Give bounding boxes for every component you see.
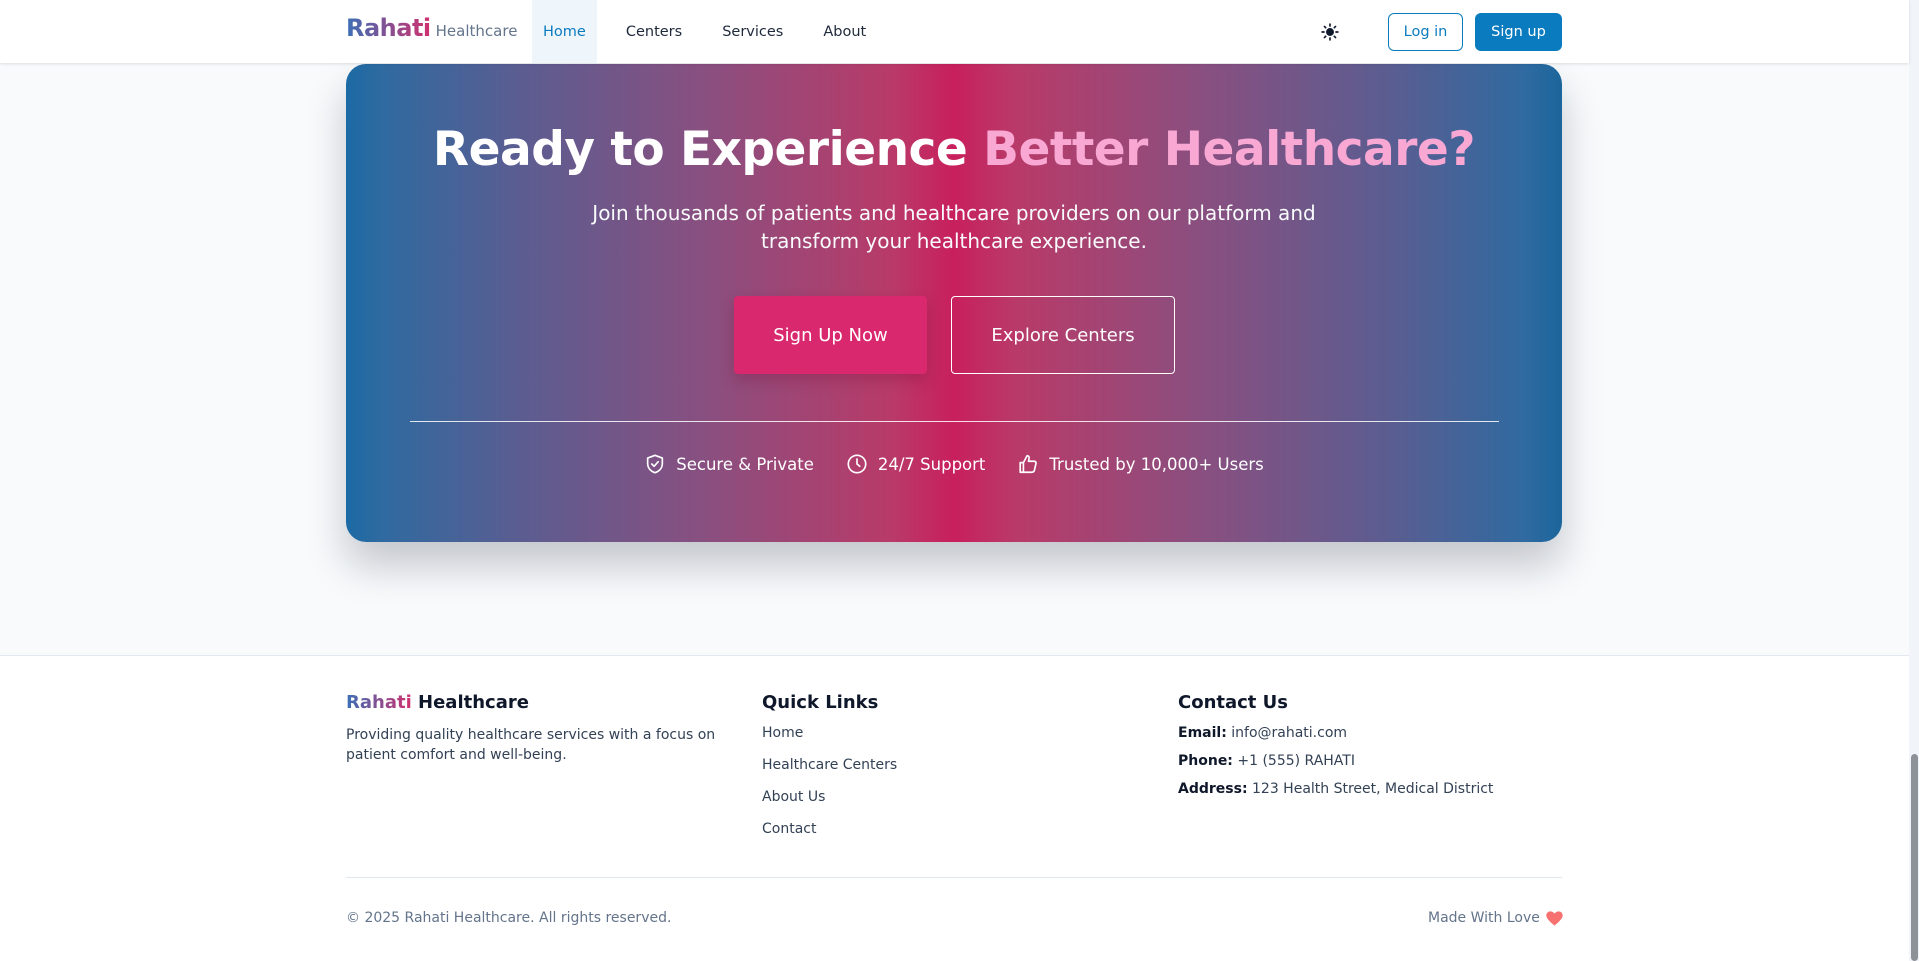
made-with-love-label: Made With Love (1428, 910, 1540, 926)
feature-support: 24/7 Support (846, 453, 986, 475)
nav-centers[interactable]: Centers (615, 0, 693, 63)
footer-link-centers[interactable]: Healthcare Centers (762, 757, 897, 777)
cta-title-highlight: Better Healthcare? (983, 122, 1476, 177)
thumbs-up-icon (1019, 454, 1038, 474)
footer-divider (346, 877, 1562, 878)
contact-phone-value[interactable]: +1 (555) RAHATI (1237, 753, 1355, 769)
clock-icon (847, 454, 867, 474)
footer-link-about[interactable]: About Us (762, 789, 897, 809)
brand-name: Rahati (346, 14, 431, 42)
contact-phone: Phone: +1 (555) RAHATI (1178, 753, 1493, 773)
footer-brand-name: Rahati (346, 692, 412, 713)
nav-about[interactable]: About (812, 0, 877, 63)
cta-subtitle: Join thousands of patients and healthcar… (554, 199, 1354, 255)
footer-description: Providing quality healthcare services wi… (346, 727, 716, 763)
feature-trusted-label: Trusted by 10,000+ Users (1049, 454, 1264, 474)
cta-banner: Ready to Experience Better Healthcare? J… (346, 64, 1562, 542)
cta-title: Ready to Experience Better Healthcare? (346, 122, 1562, 177)
contact-email-value[interactable]: info@rahati.com (1231, 725, 1347, 741)
scrollbar-thumb[interactable] (1911, 754, 1918, 961)
page-scrollbar[interactable] (1909, 0, 1919, 961)
feature-secure: Secure & Private (644, 453, 814, 475)
made-with-love: Made With Love (1428, 910, 1563, 926)
shield-check-icon (647, 454, 664, 474)
main-nav: Home Centers Services About (532, 0, 895, 63)
sun-icon (1321, 23, 1339, 41)
contact-address-label: Address: (1178, 781, 1248, 797)
nav-home[interactable]: Home (532, 0, 597, 63)
brand-suffix: Healthcare (435, 22, 518, 40)
cta-subtitle-line-1: Join thousands of patients and healthcar… (592, 201, 1316, 225)
cta-subtitle-line-2: transform your healthcare experience. (761, 229, 1147, 253)
top-navbar: Rahati Healthcare Home Centers Services … (0, 0, 1909, 63)
contact-email-label: Email: (1178, 725, 1227, 741)
cta-features: Secure & Private 24/7 Support Trusted by… (346, 453, 1562, 475)
cta-title-prefix: Ready to Experience (432, 122, 968, 177)
footer-link-home[interactable]: Home (762, 725, 897, 745)
footer-contact: Contact Us Email: info@rahati.com Phone:… (1178, 692, 1493, 809)
footer-brand-column: Rahati Healthcare Providing quality heal… (346, 692, 726, 765)
contact-title: Contact Us (1178, 692, 1289, 713)
signup-button[interactable]: Sign up (1475, 13, 1562, 51)
contact-address-value: 123 Health Street, Medical District (1252, 781, 1494, 797)
heart-icon (1546, 910, 1563, 926)
contact-phone-label: Phone: (1178, 753, 1233, 769)
footer-quick-links: Quick Links Home Healthcare Centers Abou… (762, 692, 897, 853)
brand-logo[interactable]: Rahati Healthcare (346, 14, 517, 42)
contact-email: Email: info@rahati.com (1178, 725, 1493, 745)
footer-brand-suffix: Healthcare (418, 692, 529, 713)
quick-links-title: Quick Links (762, 692, 879, 713)
site-footer: Rahati Healthcare Providing quality heal… (0, 655, 1909, 961)
footer-link-contact[interactable]: Contact (762, 821, 897, 841)
contact-address: Address: 123 Health Street, Medical Dist… (1178, 781, 1493, 801)
feature-secure-label: Secure & Private (676, 454, 814, 474)
footer-brand: Rahati Healthcare (346, 692, 726, 713)
nav-services[interactable]: Services (711, 0, 794, 63)
sign-up-now-button[interactable]: Sign Up Now (734, 296, 927, 374)
theme-toggle-button[interactable] (1318, 20, 1342, 44)
feature-support-label: 24/7 Support (877, 454, 986, 474)
login-button[interactable]: Log in (1388, 13, 1463, 51)
explore-centers-button[interactable]: Explore Centers (951, 296, 1175, 374)
copyright-text: © 2025 Rahati Healthcare. All rights res… (346, 910, 672, 926)
feature-trusted: Trusted by 10,000+ Users (1017, 453, 1264, 475)
cta-divider (410, 421, 1499, 422)
